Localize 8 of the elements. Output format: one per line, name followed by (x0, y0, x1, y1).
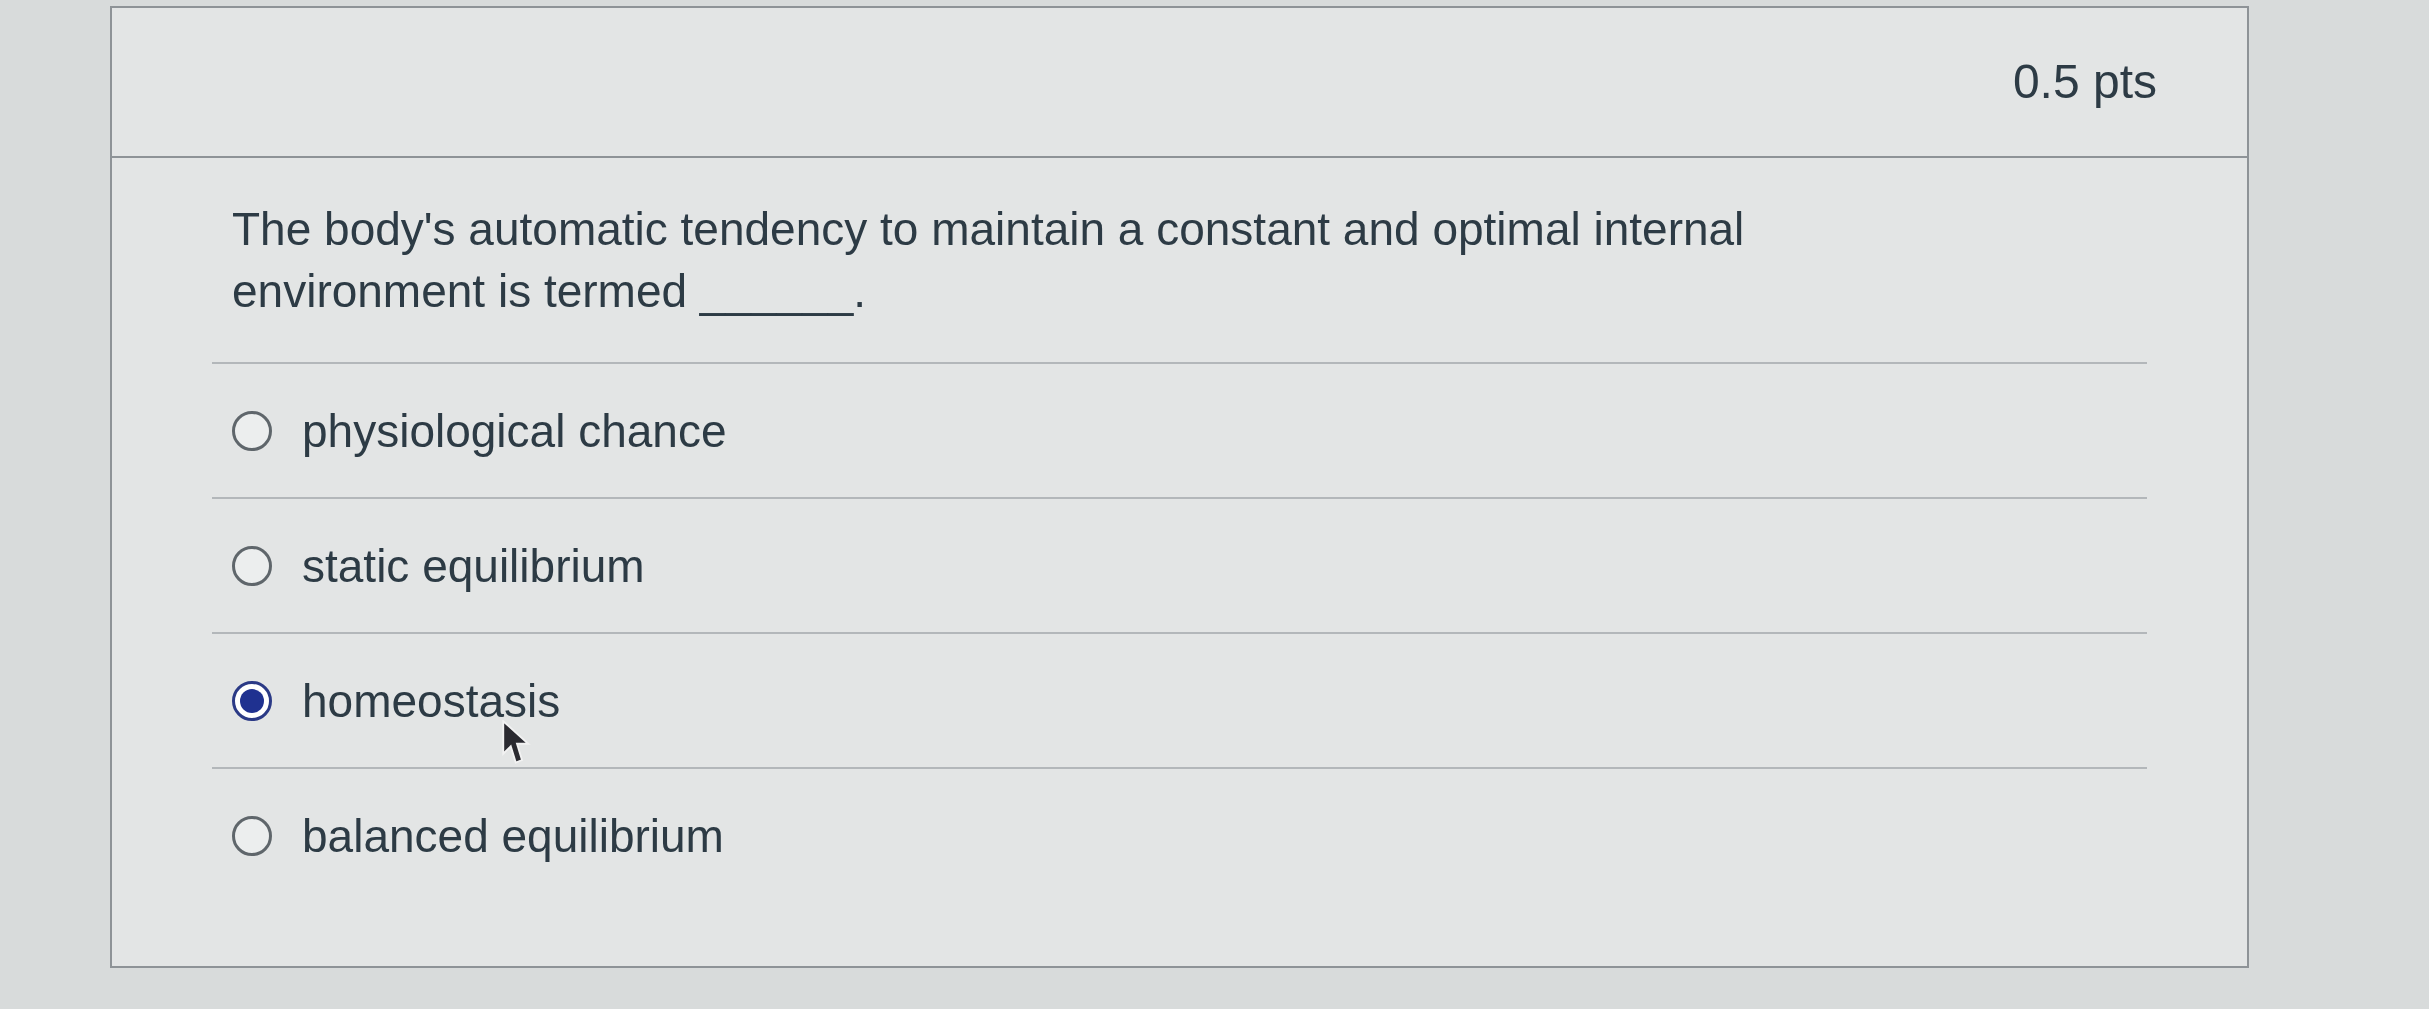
radio-button[interactable] (232, 815, 272, 856)
question-text: The body's automatic tendency to maintain a constant and optimal internal environment is termed ______. (232, 202, 1746, 320)
points-label: 0.5 pts (2012, 58, 2157, 106)
answer-option[interactable]: homeostasis (232, 677, 561, 724)
radio-button[interactable] (232, 680, 272, 721)
radio-button[interactable] (232, 410, 272, 451)
radio-button[interactable] (232, 545, 272, 586)
cursor-icon (502, 720, 532, 766)
